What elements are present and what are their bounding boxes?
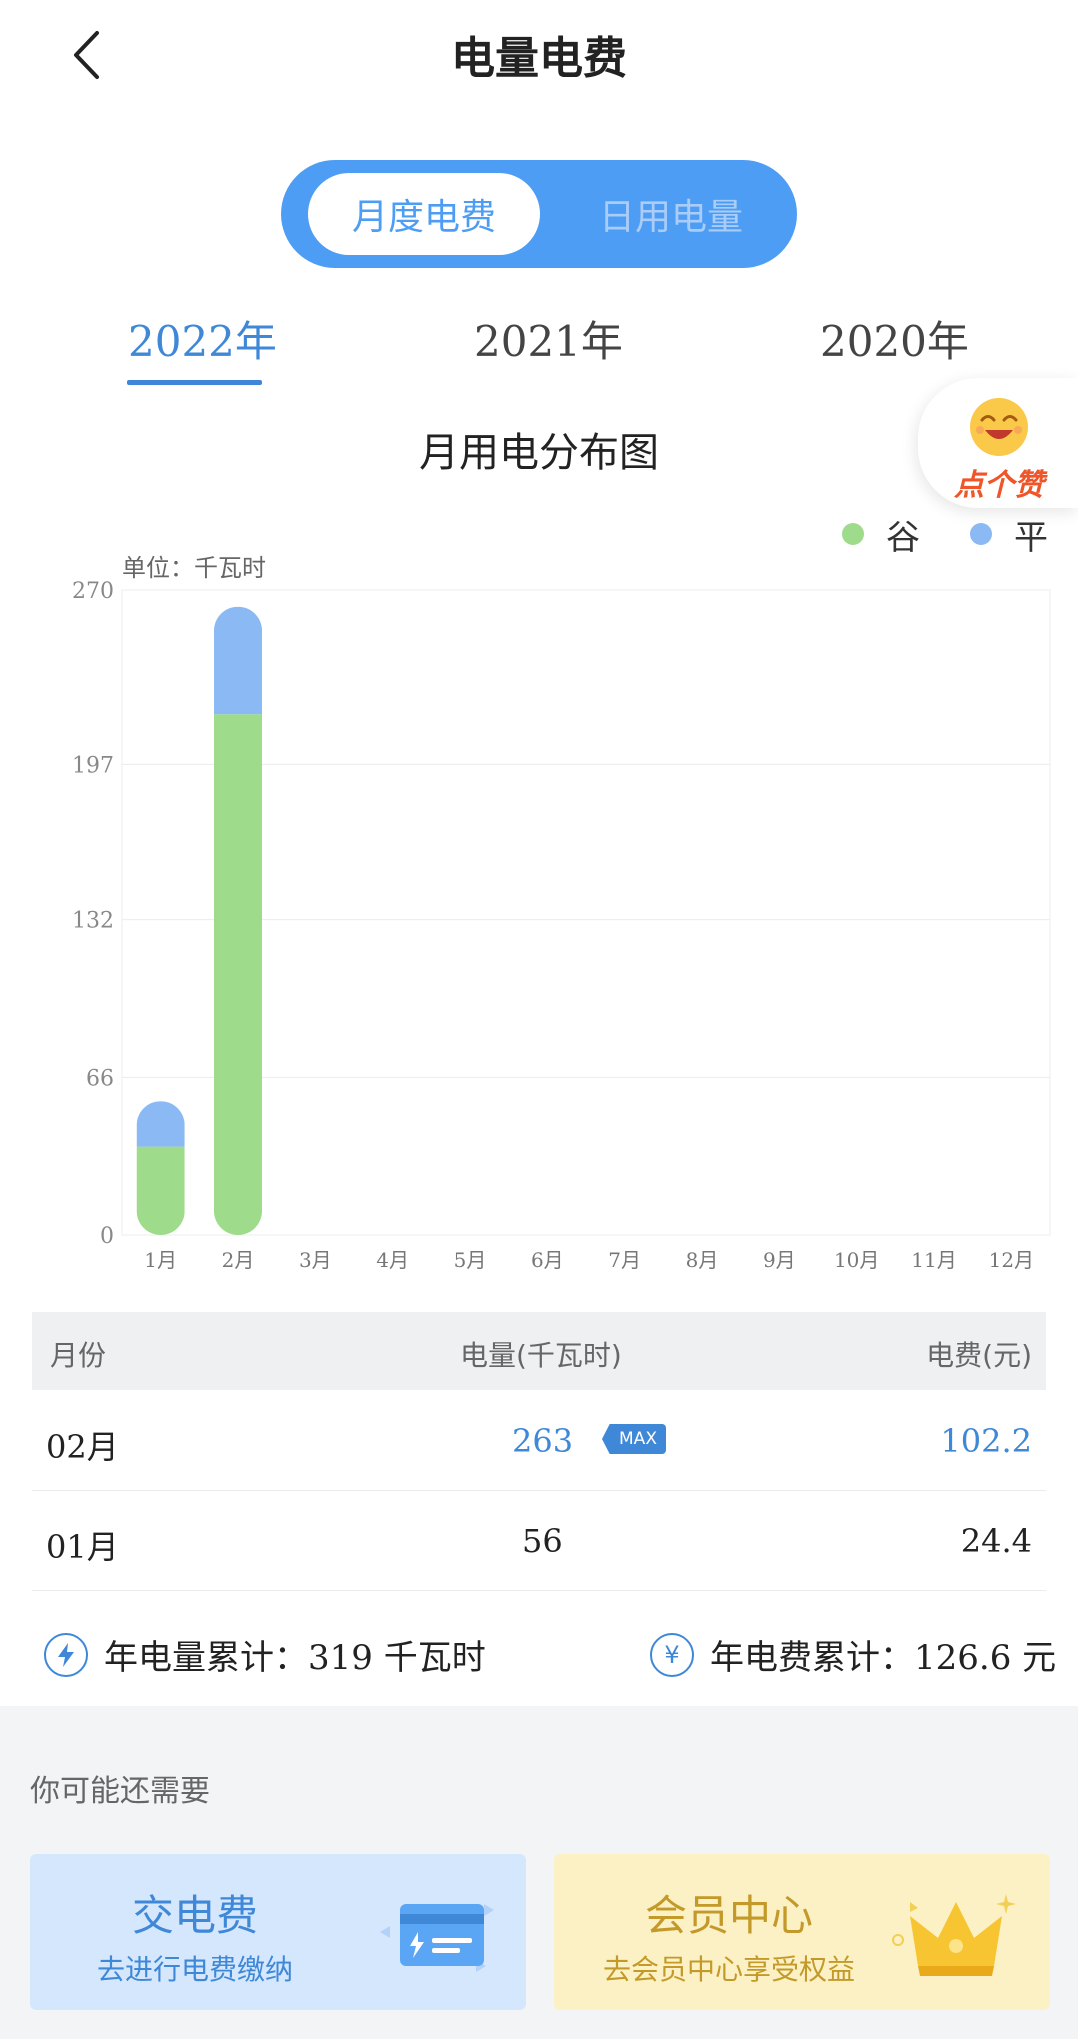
- annual-fee-value: 126.6 元: [914, 1638, 1057, 1678]
- x-tick-label: 2月: [222, 1248, 255, 1270]
- legend-item-valley: 谷: [842, 510, 920, 559]
- tab-year-2020[interactable]: 2020年: [820, 308, 969, 369]
- legend-dot-flat: [970, 523, 992, 545]
- section-title: 你可能还需要: [30, 1774, 210, 1809]
- annual-fee-summary: ¥ 年电费累计： 126.6 元: [650, 1630, 1056, 1679]
- x-tick-label: 8月: [686, 1248, 719, 1270]
- crown-icon: [892, 1894, 1016, 1976]
- x-tick-label: 6月: [531, 1248, 564, 1270]
- pay-bill-card[interactable]: 交电费 去进行电费缴纳: [30, 1854, 526, 2010]
- x-tick-label: 7月: [608, 1248, 641, 1270]
- y-tick-label: 197: [72, 753, 114, 778]
- header: 电量电费: [0, 0, 1078, 110]
- page-title: 电量电费: [451, 33, 627, 84]
- row-month: 02月: [46, 1428, 119, 1466]
- x-tick-label: 1月: [144, 1248, 177, 1270]
- y-tick-label: 270: [72, 579, 114, 604]
- legend-dot-valley: [842, 523, 864, 545]
- annual-fee-label: 年电费累计：: [710, 1638, 914, 1678]
- x-tick-label: 4月: [376, 1248, 409, 1270]
- segment-daily-usage[interactable]: 日用电量: [576, 173, 766, 255]
- annual-usage-label: 年电量累计：: [104, 1638, 308, 1678]
- legend-label-flat: 平: [1014, 517, 1048, 558]
- row-month: 01月: [46, 1528, 119, 1566]
- y-tick-label: 0: [100, 1224, 114, 1249]
- lightning-icon: [44, 1632, 88, 1677]
- legend-label-valley: 谷: [886, 517, 920, 558]
- row-divider: [32, 1590, 1046, 1591]
- y-tick-label: 132: [72, 909, 114, 934]
- th-usage: 电量(千瓦时): [460, 1339, 622, 1372]
- chart-title: 月用电分布图: [419, 430, 659, 476]
- th-fee: 电费(元): [926, 1339, 1032, 1372]
- segment-monthly-fee[interactable]: 月度电费: [308, 173, 540, 255]
- x-tick-label: 12月: [989, 1248, 1034, 1270]
- th-month: 月份: [50, 1339, 107, 1372]
- card-title: 交电费: [131, 1891, 258, 1940]
- member-center-card[interactable]: 会员中心 去会员中心享受权益: [554, 1854, 1050, 2010]
- year-tabs: 2022年 2021年 2020年: [0, 300, 1078, 390]
- row-usage: 56: [522, 1522, 563, 1560]
- table-row[interactable]: 01月 56 24.4: [32, 1490, 1046, 1590]
- yuan-icon: ¥: [650, 1632, 694, 1677]
- bar-segment-flat: [214, 606, 262, 715]
- annual-summary: 年电量累计： 319 千瓦时 ¥ 年电费累计： 126.6 元: [0, 1618, 1078, 1690]
- table-header: 月份 电量(千瓦时) 电费(元): [32, 1312, 1046, 1390]
- bill-card-icon: [380, 1904, 494, 1972]
- x-tick-label: 5月: [454, 1248, 487, 1270]
- legend-item-flat: 平: [970, 510, 1048, 559]
- row-fee: 24.4: [960, 1522, 1032, 1560]
- recommendation-section: 你可能还需要 交电费 去进行电费缴纳 会员中心 去会员中心享受权益: [0, 1706, 1078, 2039]
- annual-usage-value: 319 千瓦时: [308, 1638, 486, 1678]
- x-tick-label: 3月: [299, 1248, 332, 1270]
- tab-year-2021[interactable]: 2021年: [474, 308, 623, 369]
- x-tick-label: 9月: [763, 1248, 796, 1270]
- bar-segment-valley: [214, 714, 262, 1235]
- bar-segment-flat: [136, 1101, 185, 1147]
- max-badge: MAX: [602, 1424, 666, 1454]
- row-fee: 102.2: [940, 1422, 1032, 1460]
- y-tick-label: 66: [86, 1066, 114, 1091]
- card-title: 会员中心: [644, 1891, 813, 1940]
- annual-usage-summary: 年电量累计： 319 千瓦时: [44, 1630, 486, 1679]
- card-subtitle: 去会员中心享受权益: [602, 1953, 855, 1986]
- active-tab-underline: [127, 380, 262, 385]
- view-segment-control: 月度电费 日用电量: [281, 160, 797, 268]
- row-usage: 263: [512, 1422, 574, 1460]
- x-tick-label: 10月: [834, 1248, 879, 1270]
- card-subtitle: 去进行电费缴纳: [96, 1953, 293, 1986]
- bar-segment-valley: [136, 1146, 185, 1235]
- chart-legend: 谷 平: [842, 510, 1048, 559]
- monthly-usage-chart: 0 66 132 197 270 1月 2月 3月 4月 5月 6月 7月 8月 9月 10月 11月 12月: [72, 579, 1051, 1270]
- table-row[interactable]: 02月 263 MAX 102.2: [32, 1390, 1046, 1490]
- x-tick-label: 11月: [911, 1248, 956, 1270]
- tab-year-2022[interactable]: 2022年: [128, 308, 277, 369]
